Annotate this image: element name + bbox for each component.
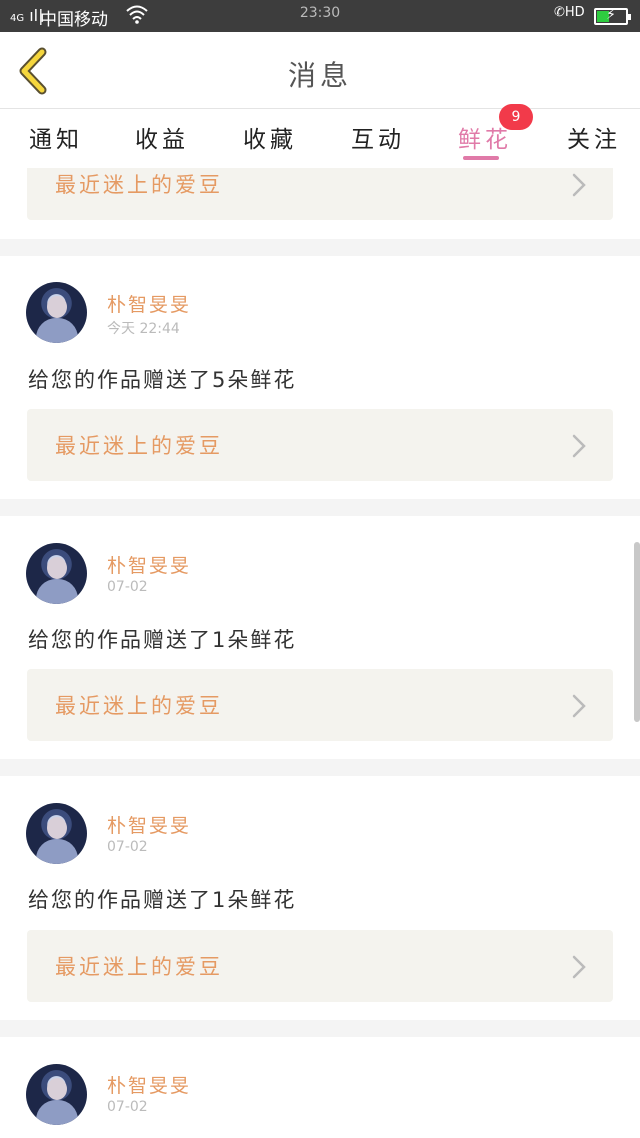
nav-bar: 消息 [0,32,640,109]
recommend-idol-button[interactable]: 最近迷上的爱豆 [27,168,613,220]
page-title: 消息 [287,59,352,92]
unread-badge: 9 [499,104,533,130]
sender-name[interactable]: 朴智旻旻 [107,551,191,578]
sender-name[interactable]: 朴智旻旻 [107,290,191,317]
recommend-label: 最近迷上的爱豆 [55,694,223,718]
divider [0,239,640,256]
battery-icon: ⚡ [594,7,631,25]
status-bar: 4G ıl| 中国移动 23:30 ✆HD ⚡ [0,0,640,32]
message-time: 今天 22:44 [107,321,180,337]
avatar[interactable] [26,803,87,864]
hd-call-icon: ✆HD [554,5,585,20]
chevron-right-icon [572,955,586,979]
divider [0,499,640,516]
recommend-label: 最近迷上的爱豆 [55,173,223,197]
avatar[interactable] [26,543,87,604]
recommend-label: 最近迷上的爱豆 [55,434,223,458]
tab-favorites[interactable]: 收藏 [243,120,297,154]
avatar[interactable] [26,282,87,343]
recommend-idol-button[interactable]: 最近迷上的爱豆 [27,669,613,741]
recommend-idol-button[interactable]: 最近迷上的爱豆 [27,930,613,1002]
divider [0,1020,640,1037]
tab-notifications[interactable]: 通知 [29,120,83,154]
clock: 23:30 [299,5,341,21]
sender-name[interactable]: 朴智旻旻 [107,811,191,838]
message-text: 给您的作品赠送了1朵鲜花 [28,628,297,652]
tab-bar: 通知 收益 收藏 互动 鲜花 关注 9 [0,104,640,168]
tab-interactions[interactable]: 互动 [351,120,405,154]
recommend-label: 最近迷上的爱豆 [55,955,223,979]
tab-earnings[interactable]: 收益 [135,120,189,154]
tab-follows[interactable]: 关注 [567,120,621,154]
message-time: 07-02 [107,839,148,855]
divider [0,759,640,776]
hd-label: HD [564,5,585,20]
avatar[interactable] [26,1064,87,1125]
message-time: 07-02 [107,579,148,595]
sender-name[interactable]: 朴智旻旻 [107,1071,191,1098]
recommend-idol-button[interactable]: 最近迷上的爱豆 [27,409,613,481]
chevron-right-icon [572,434,586,458]
message-text: 给您的作品赠送了5朵鲜花 [28,368,297,392]
message-list[interactable]: 最近迷上的爱豆 朴智旻旻 今天 22:44 给您的作品赠送了5朵鲜花 最近迷上的… [0,168,640,1138]
charging-icon: ⚡ [606,7,616,23]
chevron-right-icon [572,694,586,718]
message-time: 07-02 [107,1099,148,1115]
scrollbar[interactable] [634,542,640,722]
message-text: 给您的作品赠送了1朵鲜花 [28,888,297,912]
active-tab-indicator [463,156,499,160]
chevron-right-icon [572,173,586,197]
